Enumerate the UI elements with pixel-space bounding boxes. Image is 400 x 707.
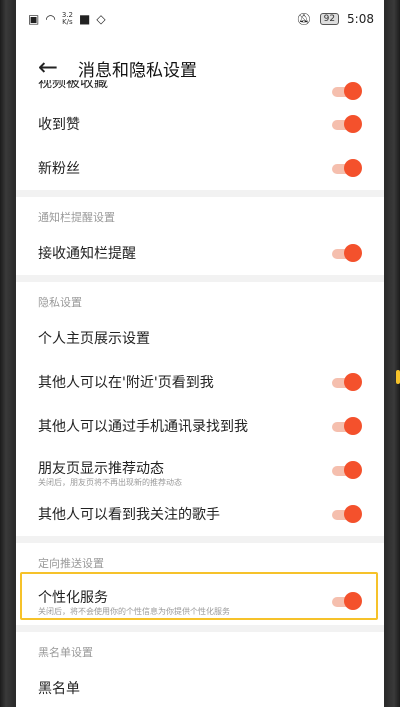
list-item-blacklist[interactable]: 黑名单 (16, 666, 384, 707)
section-header-notification: 通知栏提醒设置 (16, 197, 384, 231)
settings-list: 视频被收藏 收到赞 新粉丝 通知栏提醒设置 接收通知栏提醒 隐私设置 个人主页展… (16, 80, 384, 707)
list-item-subtitle: 关闭后，朋友页将不再出现新的推荐动态 (38, 478, 182, 487)
section-header-privacy: 隐私设置 (16, 282, 384, 316)
list-item-partial[interactable]: 视频被收藏 (16, 80, 384, 102)
battery-indicator: 92 (319, 13, 340, 25)
wifi-icon: ◠ (45, 12, 56, 26)
app-icon: ■ (78, 12, 91, 26)
section-divider (16, 190, 384, 197)
status-right: 🔕︎ 92 5:08 (296, 12, 374, 26)
status-left: ▣ ◠ 3.2 K/s ■ ◇ (28, 12, 106, 27)
list-item-nearby[interactable]: 其他人可以在'附近'页看到我 (16, 360, 384, 404)
status-bar: ▣ ◠ 3.2 K/s ■ ◇ 🔕︎ 92 5:08 (16, 0, 384, 38)
list-item-label: 新粉丝 (38, 161, 80, 177)
list-item-notification-bar[interactable]: 接收通知栏提醒 (16, 231, 384, 275)
section-header-targeted: 定向推送设置 (16, 543, 384, 577)
section-title: 定向推送设置 (38, 557, 104, 570)
clock: 5:08 (347, 12, 374, 26)
list-item-label: 朋友页显示推荐动态 (38, 461, 164, 477)
list-item-label: 视频被收藏 (38, 80, 108, 91)
notification-bar-toggle[interactable] (328, 244, 362, 262)
phone-screen: ▣ ◠ 3.2 K/s ■ ◇ 🔕︎ 92 5:08 ← 消息和隐私设置 视频被… (16, 0, 384, 707)
list-item-label: 接收通知栏提醒 (38, 246, 136, 262)
list-item-following-singers[interactable]: 其他人可以看到我关注的歌手 (16, 492, 384, 536)
section-divider (16, 275, 384, 282)
list-item-personalized[interactable]: 个性化服务 关闭后，将不会使用你的个性信息为你提供个性化服务 (16, 577, 384, 625)
section-title: 隐私设置 (38, 296, 82, 309)
list-item-label: 个性化服务 (38, 590, 108, 606)
list-item-contacts[interactable]: 其他人可以通过手机通讯录找到我 (16, 404, 384, 448)
list-item-label: 黑名单 (38, 681, 80, 697)
section-title: 通知栏提醒设置 (38, 211, 115, 224)
personalized-toggle[interactable] (328, 592, 362, 610)
list-item-label: 收到赞 (38, 117, 80, 133)
list-item-label: 其他人可以看到我关注的歌手 (38, 507, 220, 523)
moments-toggle[interactable] (328, 461, 362, 479)
section-title: 黑名单设置 (38, 646, 93, 659)
list-item-label: 其他人可以通过手机通讯录找到我 (38, 419, 248, 435)
list-item-subtitle: 关闭后，将不会使用你的个性信息为你提供个性化服务 (38, 607, 230, 616)
list-item-new-fans[interactable]: 新粉丝 (16, 146, 384, 190)
list-item-homepage-display[interactable]: 个人主页展示设置 (16, 316, 384, 360)
page-title: 消息和隐私设置 (78, 61, 197, 81)
shield-icon: ◇ (96, 12, 106, 26)
speed-unit: K/s (62, 18, 73, 26)
mute-icon: 🔕︎ (296, 12, 312, 26)
following-singers-toggle[interactable] (328, 505, 362, 523)
nearby-toggle[interactable] (328, 373, 362, 391)
list-item-likes[interactable]: 收到赞 (16, 102, 384, 146)
arrow-left-icon[interactable]: ← (38, 53, 58, 81)
section-divider (16, 625, 384, 632)
section-header-blacklist: 黑名单设置 (16, 632, 384, 666)
list-item-moments[interactable]: 朋友页显示推荐动态 关闭后，朋友页将不再出现新的推荐动态 (16, 448, 384, 492)
list-item-label: 其他人可以在'附近'页看到我 (38, 375, 214, 391)
new-fans-toggle[interactable] (328, 159, 362, 177)
network-speed: 3.2 K/s (62, 12, 73, 26)
section-divider (16, 536, 384, 543)
notification-icon: ▣ (28, 12, 40, 26)
likes-toggle[interactable] (328, 115, 362, 133)
contacts-toggle[interactable] (328, 417, 362, 435)
toggle-switch[interactable] (328, 82, 362, 100)
side-edge-marker (396, 370, 400, 384)
list-item-label: 个人主页展示设置 (38, 331, 150, 347)
